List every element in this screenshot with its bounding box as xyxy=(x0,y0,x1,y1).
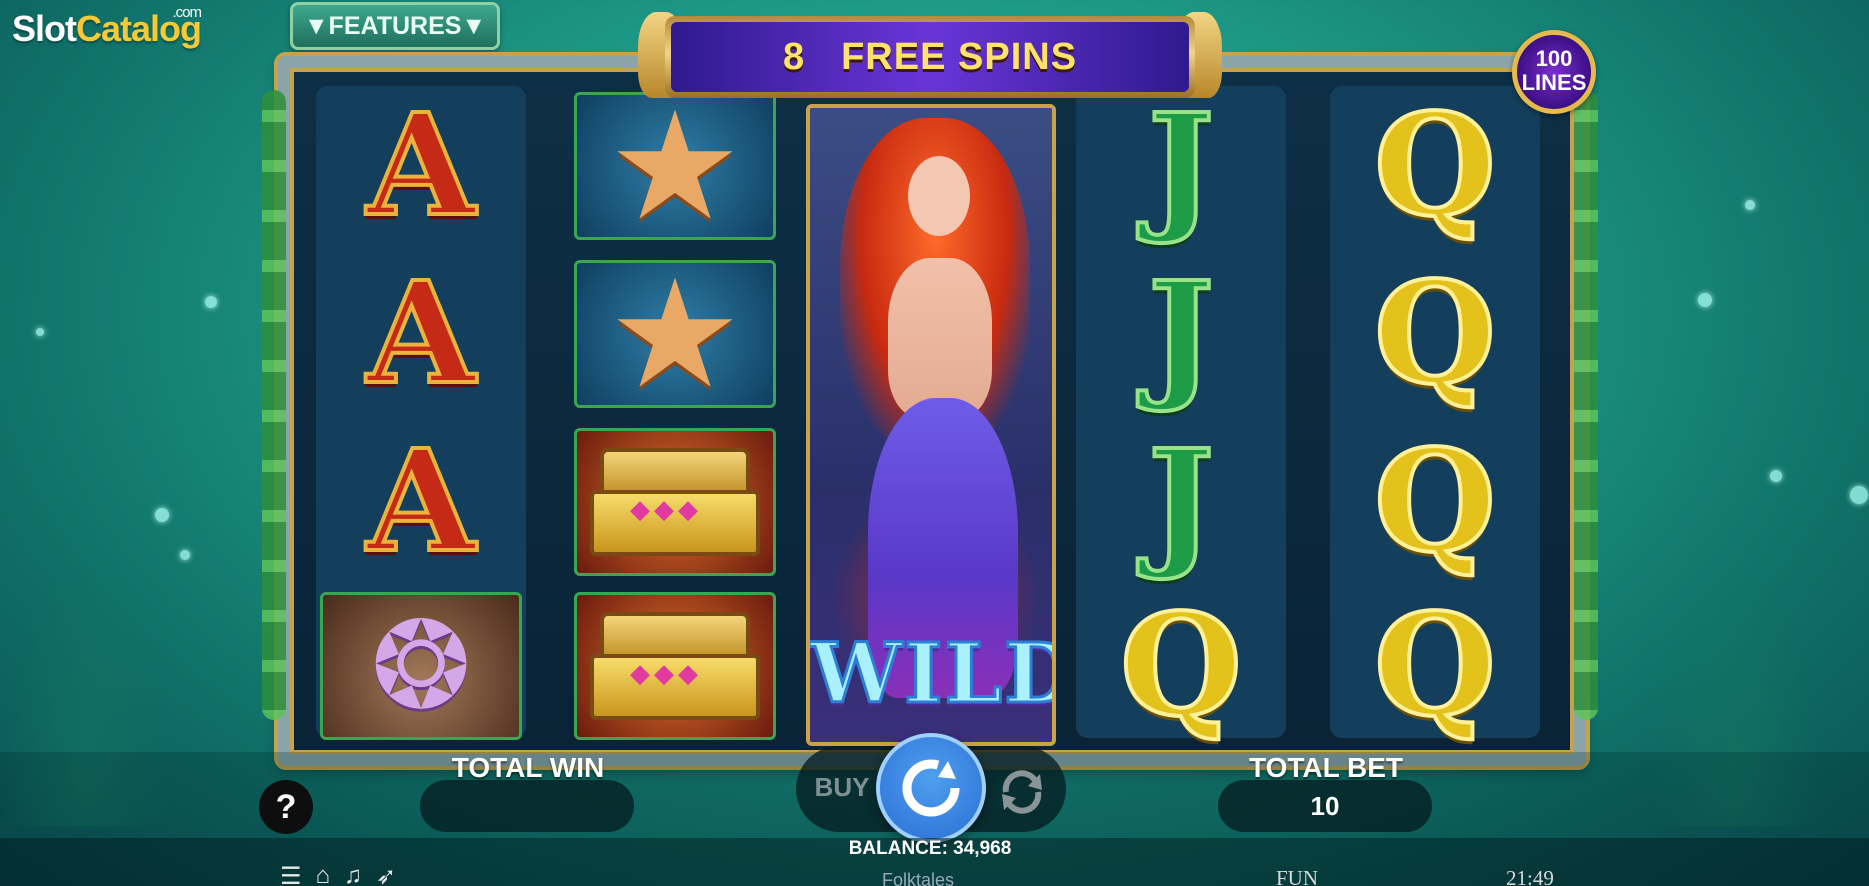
pearl-clam-icon: ❂ xyxy=(370,599,472,733)
symbol-a: A xyxy=(365,84,478,248)
spin-icon xyxy=(902,759,960,817)
total-bet-value[interactable]: 10 xyxy=(1218,780,1432,832)
treasure-chest-icon: ◆◆◆ xyxy=(590,448,760,556)
symbol-q: Q xyxy=(1372,420,1498,584)
slotcatalog-logo: SlotCatalog .com xyxy=(12,4,202,49)
sound-icon[interactable]: ♫ xyxy=(344,862,362,886)
symbol-j: J xyxy=(1146,84,1216,248)
symbol-treasure-chest: ◆◆◆ xyxy=(570,422,780,582)
symbol-starfish: ★ xyxy=(570,86,780,246)
mermaid-body xyxy=(888,258,992,418)
bubble xyxy=(1745,200,1755,210)
symbol-a: A xyxy=(365,420,478,584)
symbol-j: J xyxy=(1146,252,1216,416)
symbol-q: Q xyxy=(1372,584,1498,748)
balance-display: BALANCE: 34,968 xyxy=(848,838,1012,859)
help-button[interactable]: ? xyxy=(259,780,313,834)
vine-decoration-right xyxy=(1574,90,1598,720)
reel-2: ★ ★ ◆◆◆ ◆◆◆ xyxy=(570,86,780,740)
autoplay-button[interactable] xyxy=(992,762,1052,822)
mode-label: FUN xyxy=(1276,866,1319,886)
free-spins-count: 8 xyxy=(782,35,806,78)
bubble xyxy=(1850,486,1868,504)
total-win-value xyxy=(420,780,634,832)
reel-1: A A A ❂ xyxy=(316,84,526,740)
symbol-a: A xyxy=(365,252,478,416)
symbol-q: Q xyxy=(1372,84,1498,248)
bubble xyxy=(1770,470,1782,482)
features-button[interactable]: ▼FEATURES▼ xyxy=(290,2,500,50)
lines-badge: 100 LINES xyxy=(1512,30,1596,114)
lines-count: 100 xyxy=(1535,46,1573,71)
bubble xyxy=(205,296,217,308)
game-screen: { "logo": { "main_white": "Slot", "main_… xyxy=(0,0,1869,886)
mermaid-wild-symbol: WILD xyxy=(806,104,1056,746)
bubble xyxy=(36,328,44,336)
lines-label: LINES xyxy=(1521,70,1587,95)
home-icon[interactable]: ⌂ xyxy=(316,862,331,886)
free-spins-banner: 8 FREE SPINS xyxy=(665,16,1195,98)
mermaid-face xyxy=(908,156,970,236)
provider-logo: Folktales xyxy=(882,870,955,886)
spin-button[interactable] xyxy=(876,733,986,843)
bubble xyxy=(155,508,169,522)
reel-4: J J J Q xyxy=(1076,86,1286,738)
status-icons: ☰ ⌂ ♫ ➶ xyxy=(280,862,396,886)
clock: 21:49 xyxy=(1506,866,1554,886)
symbol-starfish: ★ xyxy=(570,254,780,414)
starfish-icon: ★ xyxy=(607,250,743,418)
turbo-icon[interactable]: ➶ xyxy=(376,862,396,886)
symbol-treasure-chest: ◆◆◆ xyxy=(570,586,780,746)
wild-label: WILD xyxy=(810,625,1056,724)
reel-5: Q Q Q Q xyxy=(1330,86,1540,738)
symbol-j: J xyxy=(1146,420,1216,584)
autoplay-icon xyxy=(1002,770,1042,814)
bubble xyxy=(180,550,190,560)
symbol-pearl-clam: ❂ xyxy=(316,586,526,746)
vine-decoration-left xyxy=(262,90,286,720)
bubble xyxy=(1698,293,1712,307)
free-spins-label: FREE SPINS xyxy=(841,35,1078,78)
menu-icon[interactable]: ☰ xyxy=(280,862,302,886)
symbol-q: Q xyxy=(1118,584,1244,748)
symbol-q: Q xyxy=(1372,252,1498,416)
treasure-chest-icon: ◆◆◆ xyxy=(590,612,760,720)
buy-button[interactable]: BUY xyxy=(810,772,874,806)
starfish-icon: ★ xyxy=(607,82,743,250)
